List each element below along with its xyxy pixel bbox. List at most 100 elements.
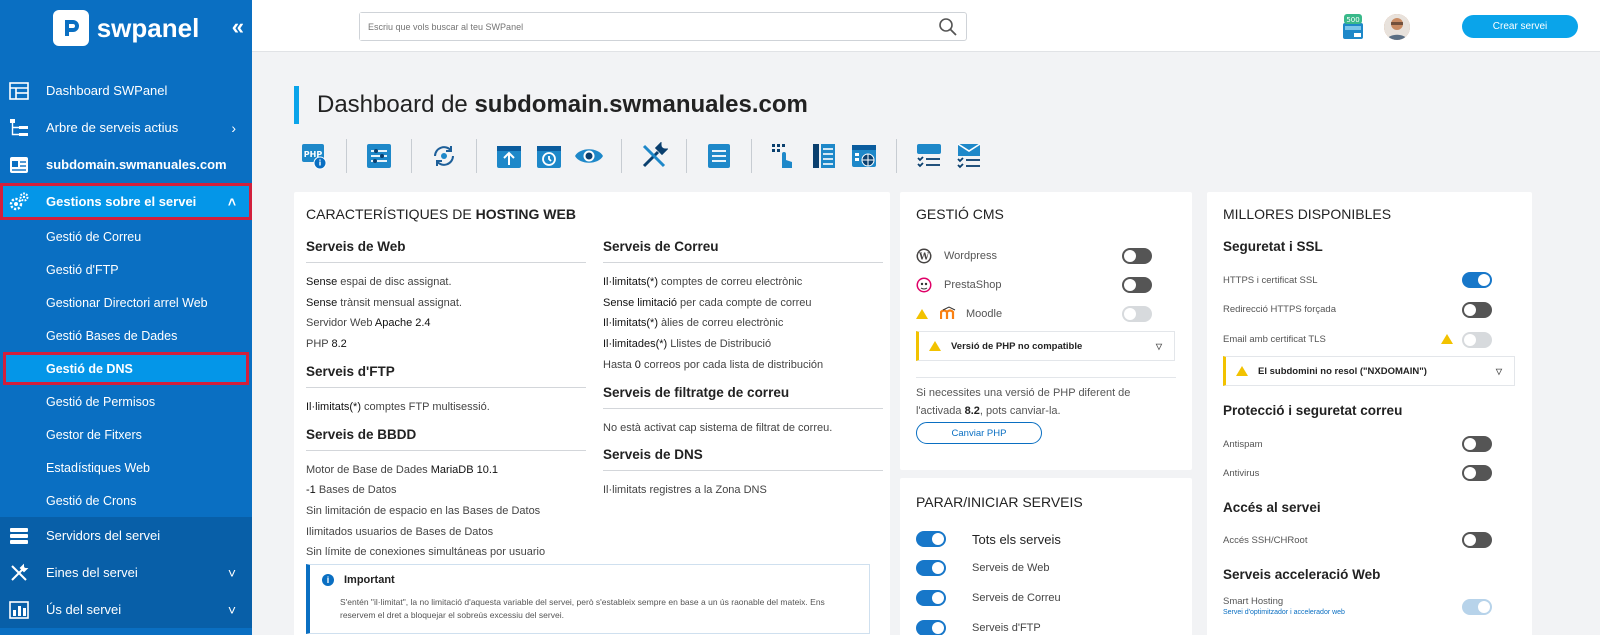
chevron-up-icon: ˄	[227, 193, 236, 210]
antivirus-toggle[interactable]	[1462, 465, 1492, 481]
sidebar-item-service-management[interactable]: Gestions sobre el servei ˄	[0, 183, 252, 220]
mail-services-toggle[interactable]	[916, 590, 946, 606]
service-row-web: Serveis de Web	[916, 559, 1176, 577]
document-list-icon[interactable]	[704, 141, 734, 171]
tools-icon	[8, 562, 30, 584]
web-line: PHP 8.2	[306, 338, 347, 351]
sidebar-item-service-domain[interactable]: subdomain.swmanuales.com	[0, 146, 252, 183]
restore-icon[interactable]	[534, 141, 564, 171]
service-label: Serveis de Web	[972, 562, 1050, 574]
touch-grid-icon[interactable]	[769, 141, 799, 171]
web-grid-icon[interactable]	[849, 141, 879, 171]
collapse-sidebar-icon[interactable]: «	[232, 14, 244, 40]
sidebar-item-label: subdomain.swmanuales.com	[46, 157, 227, 172]
web-acceleration-heading: Serveis acceleració Web	[1223, 567, 1381, 582]
search-input[interactable]	[360, 13, 920, 40]
sidebar-item-dashboard[interactable]: Dashboard SWPanel	[0, 72, 252, 109]
sidebar-item-service-tools[interactable]: Eines del servei ˅	[0, 554, 252, 591]
sidebar-submenu: Gestió de Correu Gestió d'FTP Gestionar …	[0, 220, 252, 517]
php-incompatible-warning[interactable]: Versió de PHP no compatible ▽	[916, 331, 1175, 361]
sidebar-subitem-crons[interactable]: Gestió de Crons	[0, 484, 252, 517]
php-version: 8.2	[964, 405, 980, 417]
cms-row-prestashop: PrestaShop	[916, 275, 1152, 295]
upload-icon[interactable]	[494, 141, 524, 171]
web-line: Sense espai de disc assignat.	[306, 276, 452, 288]
upgrades-card: MILLORES DISPONIBLES Seguretat i SSL HTT…	[1207, 192, 1532, 635]
avatar[interactable]	[1384, 14, 1410, 40]
scrollbar[interactable]	[1586, 52, 1600, 635]
checklist-window-icon[interactable]	[914, 141, 944, 171]
warning-icon	[1441, 334, 1453, 344]
topbar: 500 Crear servei	[252, 0, 1600, 52]
prestashop-icon	[916, 277, 932, 293]
prestashop-toggle[interactable]	[1122, 277, 1152, 293]
cms-row-moodle: Moodle	[916, 304, 1152, 324]
change-php-button[interactable]: Canviar PHP	[916, 422, 1042, 444]
info-icon: i	[322, 574, 334, 586]
smart-hosting-toggle[interactable]	[1462, 599, 1492, 615]
mail-services-heading: Serveis de Correu	[603, 239, 883, 263]
ssh-chroot-toggle[interactable]	[1462, 532, 1492, 548]
list-settings-icon[interactable]	[364, 141, 394, 171]
chevron-down-icon: ˅	[227, 564, 236, 581]
db-line: -1 Bases de Datos	[306, 484, 397, 497]
sidebar-item-servers[interactable]: Servidors del servei	[0, 517, 252, 554]
warning-icon	[1236, 366, 1248, 376]
sidebar-item-service-usage[interactable]: Ús del servei ˅	[0, 591, 252, 628]
page-title-domain: subdomain.swmanuales.com	[474, 91, 808, 118]
sidebar-item-label: Servidors del servei	[46, 528, 161, 543]
nxdomain-warning[interactable]: El subdomini no resol ("NXDOMAIN") ▽	[1223, 356, 1515, 386]
balance-badge-icon[interactable]: 500	[1342, 14, 1364, 39]
eye-icon[interactable]	[574, 141, 604, 171]
warning-icon	[929, 341, 941, 351]
antispam-toggle[interactable]	[1462, 436, 1492, 452]
cms-row-wordpress: W Wordpress	[916, 246, 1152, 266]
mail-line: Sense limitació per cada compte de corre…	[603, 296, 812, 309]
create-service-button[interactable]: Crear servei	[1462, 15, 1578, 38]
moodle-toggle[interactable]	[1122, 306, 1152, 322]
sidebar-subitem-file-manager[interactable]: Gestor de Fitxers	[0, 418, 252, 451]
sidebar-subitem-web-root[interactable]: Gestionar Directori arrel Web	[0, 286, 252, 319]
upgrade-label: Antivirus	[1223, 467, 1260, 479]
https-redirect-toggle[interactable]	[1462, 302, 1492, 318]
sidebar-subitem-dns[interactable]: Gestió de DNS	[3, 352, 249, 385]
services-card: PARAR/INICIAR SERVEIS Tots els serveis S…	[900, 478, 1192, 635]
upgrade-label: Antispam	[1223, 438, 1263, 450]
sidebar-subitem-ftp[interactable]: Gestió d'FTP	[0, 253, 252, 286]
hosting-title-prefix: CARACTERÍSTIQUES DE	[306, 206, 476, 222]
sidebar-subitem-permissions[interactable]: Gestió de Permisos	[0, 385, 252, 418]
https-ssl-toggle[interactable]	[1462, 272, 1492, 288]
main-content: Dashboard de subdomain.swmanuales.com PH…	[252, 52, 1586, 635]
email-tls-toggle[interactable]	[1462, 332, 1492, 348]
php-info-icon[interactable]: PHP	[299, 141, 329, 171]
wordpress-toggle[interactable]	[1122, 248, 1152, 264]
web-line: Sense trànsit mensual assignat.	[306, 296, 462, 309]
cms-label: Wordpress	[944, 250, 997, 262]
sync-icon[interactable]	[429, 141, 459, 171]
ftp-services-toggle[interactable]	[916, 620, 946, 635]
badge-count: 500	[1346, 16, 1359, 24]
services-card-title: PARAR/INICIAR SERVEIS	[916, 494, 1083, 510]
upgrades-card-title: MILLORES DISPONIBLES	[1223, 206, 1392, 222]
chevron-down-icon: ▽	[1495, 366, 1502, 376]
search-icon[interactable]	[938, 17, 958, 42]
sidebar-subitem-web-stats[interactable]: Estadístiques Web	[0, 451, 252, 484]
web-services-toggle[interactable]	[916, 560, 946, 576]
all-services-toggle[interactable]	[916, 531, 946, 547]
sidebar-item-services-tree[interactable]: Arbre de serveis actius ›	[0, 109, 252, 146]
dashboard-icon	[8, 80, 30, 102]
service-row-all: Tots els serveis	[916, 530, 1176, 548]
gears-icon	[8, 191, 30, 213]
dns-line: Il·limitats registres a la Zona DNS	[603, 484, 767, 497]
upgrade-label: HTTPS i certificat SSL	[1223, 274, 1318, 286]
sidebar-subitem-mail[interactable]: Gestió de Correu	[0, 220, 252, 253]
logo[interactable]: swpanel «	[0, 0, 252, 56]
service-label: Serveis de Correu	[972, 592, 1061, 604]
sidebar-item-label: Ús del servei	[46, 602, 122, 617]
sidebar-subitem-databases[interactable]: Gestió Bases de Dades	[0, 319, 252, 352]
db-line: Ilimitados usuarios de Bases de Datos	[306, 525, 494, 538]
cms-label: Moodle	[966, 308, 1003, 320]
wrench-screwdriver-icon[interactable]	[639, 141, 669, 171]
file-list-icon[interactable]	[809, 141, 839, 171]
mail-checklist-icon[interactable]	[954, 141, 984, 171]
